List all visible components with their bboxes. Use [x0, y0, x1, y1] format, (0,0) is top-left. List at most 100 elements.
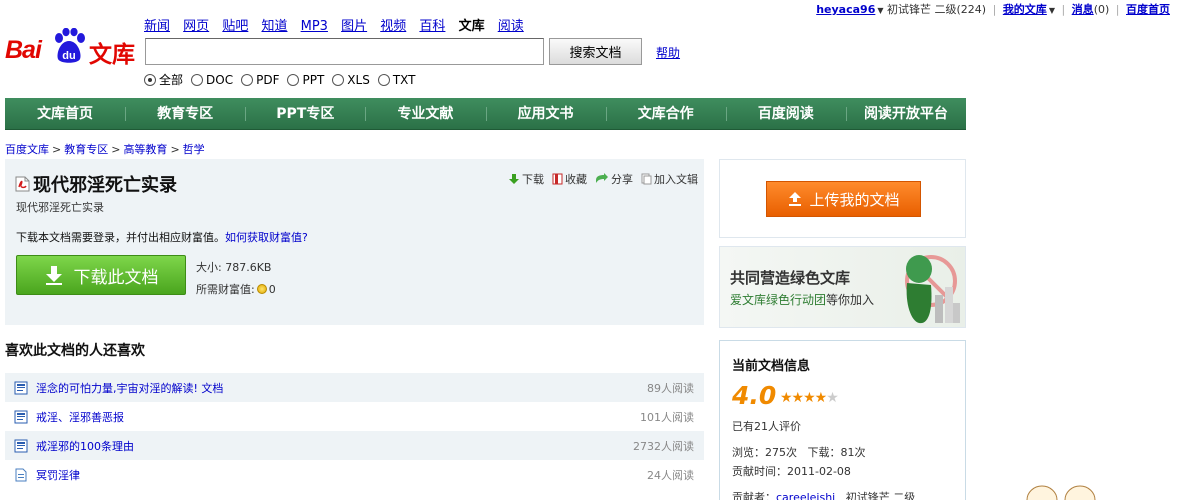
caret-down-icon[interactable]: ▼	[877, 6, 883, 15]
coin-icon	[256, 284, 267, 294]
radio-icon[interactable]	[377, 73, 390, 86]
search-input[interactable]	[145, 38, 544, 65]
document-title: 现代邪淫死亡实录	[33, 175, 177, 196]
baidu-home-link[interactable]: 百度首页	[1126, 3, 1170, 16]
filter-all[interactable]: 全部	[144, 71, 183, 88]
contributor-line: 贡献者：careeleishi 初试锋芒 二级	[732, 489, 915, 500]
rating-stars: ★★★★★	[780, 390, 839, 406]
rating-count: 已有21人评价	[732, 420, 801, 433]
pdf-file-icon	[15, 176, 30, 192]
doc-icon	[14, 410, 28, 423]
help-link[interactable]: 帮助	[656, 44, 680, 61]
doc-icon	[14, 439, 28, 452]
wenku-nav-bar: 文库首页 教育专区 PPT专区 专业文献 应用文书 文库合作 百度阅读 阅读开放…	[5, 98, 966, 130]
user-bar: heyaca96 ▼ 初试锋芒 二级(224) | 我的文库 ▼ | 消息(0) |…	[816, 1, 1170, 17]
upload-my-document-button[interactable]: 上传我的文档	[766, 181, 921, 217]
caret-down-icon[interactable]: ▼	[1049, 6, 1055, 15]
baidu-wenku-logo[interactable]: Bai du 文库	[5, 22, 140, 68]
tab-cooperation[interactable]: 文库合作	[605, 98, 726, 129]
add-to-collection-action[interactable]: 加入文辑	[641, 171, 698, 187]
download-action[interactable]: 下载	[508, 171, 544, 187]
filter-txt[interactable]: TXT	[377, 71, 416, 88]
star-empty-icon: ★	[826, 390, 839, 406]
tab-wenku-home[interactable]: 文库首页	[5, 98, 125, 129]
tab-ppt[interactable]: PPT专区	[245, 98, 365, 129]
tab-education[interactable]: 教育专区	[125, 98, 245, 129]
recommend-list: 淫念的可怕力量,宇宙对淫的解读! 文档 89人阅读 戒淫、淫邪善恶报 101人阅…	[5, 373, 704, 489]
floating-mascot-icon[interactable]	[1024, 484, 1104, 500]
logo-wenku-text: 文库	[89, 42, 135, 68]
recommend-title[interactable]: 戒淫邪的100条理由	[36, 438, 633, 454]
radio-icon[interactable]	[287, 73, 300, 86]
my-docs-link[interactable]: 我的文库	[1003, 3, 1047, 16]
tab-literature[interactable]: 专业文献	[365, 98, 485, 129]
nav-zhidao[interactable]: 知道	[261, 19, 287, 34]
download-meta: 大小: 787.6KB 所需财富值: 0	[196, 257, 276, 301]
document-panel: 现代邪淫死亡实录 现代邪淫死亡实录 下载 收藏 分享 加入文辑 下载本文档需要登…	[5, 159, 704, 325]
download-arrow-icon	[45, 266, 62, 285]
green-wenku-banner[interactable]: 共同营造绿色文库 爱文库绿色行动团等你加入	[719, 246, 966, 328]
filter-xls[interactable]: XLS	[332, 71, 370, 88]
radio-icon[interactable]	[241, 73, 254, 86]
logo-bai-text: Bai	[5, 36, 42, 64]
filter-doc[interactable]: DOC	[191, 71, 233, 88]
nav-wenku-current: 文库	[458, 19, 485, 34]
share-icon	[596, 173, 608, 183]
read-count: 2732人阅读	[633, 439, 694, 453]
tab-applied-docs[interactable]: 应用文书	[485, 98, 606, 129]
tab-baidu-read[interactable]: 百度阅读	[725, 98, 846, 129]
download-document-button[interactable]: 下载此文档	[16, 255, 186, 295]
green-mascot-illustration	[905, 255, 960, 324]
txt-icon	[15, 468, 27, 481]
separator: |	[992, 3, 997, 16]
recommend-title[interactable]: 戒淫、淫邪善恶报	[36, 409, 640, 425]
breadcrumb-higher-ed[interactable]: 高等教育	[123, 143, 167, 156]
contributor-link[interactable]: careeleishi	[776, 491, 835, 500]
breadcrumb-wenku[interactable]: 百度文库	[5, 143, 49, 156]
radio-selected-icon[interactable]	[144, 73, 156, 86]
tab-open-platform[interactable]: 阅读开放平台	[845, 98, 966, 129]
share-action[interactable]: 分享	[595, 171, 633, 187]
list-item[interactable]: 淫念的可怕力量,宇宙对淫的解读! 文档 89人阅读	[5, 373, 704, 402]
list-item[interactable]: 戒淫、淫邪善恶报 101人阅读	[5, 402, 704, 431]
search-docs-button[interactable]: 搜索文档	[549, 38, 642, 65]
list-item[interactable]: 冥罚淫律 24人阅读	[5, 460, 704, 489]
nav-baike[interactable]: 百科	[419, 19, 445, 34]
radio-icon[interactable]	[332, 73, 345, 86]
read-count: 24人阅读	[647, 468, 694, 482]
nav-images[interactable]: 图片	[341, 19, 367, 34]
filetype-filter: 全部 DOC PDF PPT XLS TXT	[144, 71, 416, 88]
doc-icon	[14, 381, 28, 394]
document-subtitle: 现代邪淫死亡实录	[16, 201, 104, 214]
baidu-paw-icon: du	[55, 28, 85, 63]
favorite-action[interactable]: 收藏	[552, 171, 587, 187]
read-count: 101人阅读	[640, 410, 694, 424]
nav-mp3[interactable]: MP3	[301, 19, 328, 34]
nav-read[interactable]: 阅读	[498, 19, 524, 34]
username-link[interactable]: heyaca96	[816, 3, 875, 16]
messages-link[interactable]: 消息	[1072, 3, 1094, 16]
list-item[interactable]: 戒淫邪的100条理由 2732人阅读	[5, 431, 704, 460]
document-actions: 下载 收藏 分享 加入文辑	[508, 171, 698, 187]
file-size: 大小: 787.6KB	[196, 261, 272, 274]
filter-pdf[interactable]: PDF	[241, 71, 279, 88]
breadcrumb-philosophy[interactable]: 哲学	[183, 143, 205, 156]
nav-news[interactable]: 新闻	[144, 19, 170, 34]
nav-video[interactable]: 视频	[380, 19, 406, 34]
radio-icon[interactable]	[191, 73, 204, 86]
nav-tieba[interactable]: 贴吧	[222, 19, 248, 34]
user-rank: 初试锋芒 二级(224)	[887, 3, 987, 16]
bookmark-icon	[552, 173, 563, 185]
filter-ppt[interactable]: PPT	[287, 71, 324, 88]
read-count: 89人阅读	[647, 381, 694, 395]
info-heading: 当前文档信息	[732, 359, 811, 374]
logo-du-text: du	[62, 50, 75, 62]
nav-web[interactable]: 网页	[183, 19, 209, 34]
add-collection-icon	[641, 173, 652, 185]
wealth-help-link[interactable]: 如何获取财富值?	[225, 231, 308, 244]
breadcrumb: 百度文库 > 教育专区 > 高等教育 > 哲学	[5, 143, 205, 156]
breadcrumb-education[interactable]: 教育专区	[64, 143, 108, 156]
top-nav: 新闻 网页 贴吧 知道 MP3 图片 视频 百科 文库 阅读	[144, 15, 533, 34]
recommend-title[interactable]: 淫念的可怕力量,宇宙对淫的解读! 文档	[36, 380, 647, 396]
recommend-title[interactable]: 冥罚淫律	[36, 467, 647, 483]
